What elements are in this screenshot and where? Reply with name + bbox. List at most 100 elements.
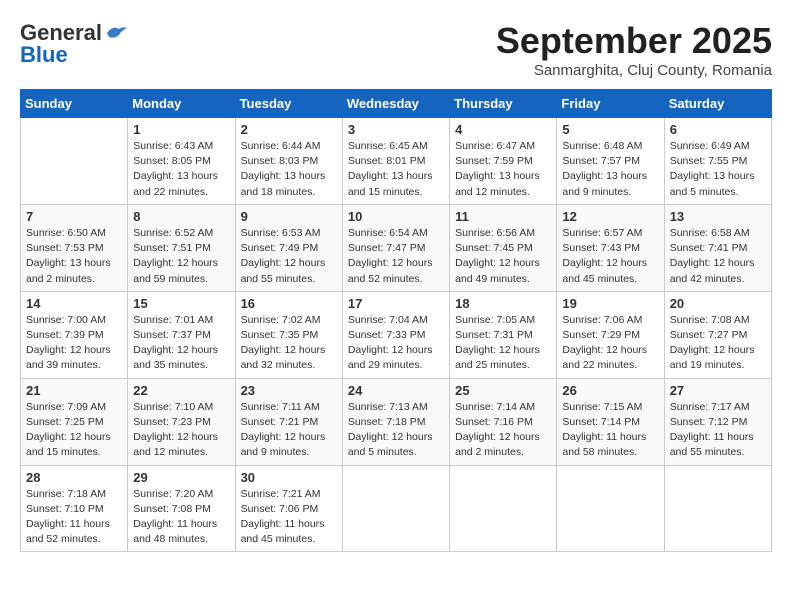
day-number: 27 (670, 383, 766, 398)
day-number: 3 (348, 122, 444, 137)
day-number: 9 (241, 209, 337, 224)
day-info: Sunrise: 6:45 AMSunset: 8:01 PMDaylight:… (348, 139, 444, 200)
day-info: Sunrise: 6:52 AMSunset: 7:51 PMDaylight:… (133, 226, 229, 287)
day-info: Sunrise: 7:09 AMSunset: 7:25 PMDaylight:… (26, 400, 122, 461)
day-info: Sunrise: 6:47 AMSunset: 7:59 PMDaylight:… (455, 139, 551, 200)
day-info: Sunrise: 7:10 AMSunset: 7:23 PMDaylight:… (133, 400, 229, 461)
weekday-header-monday: Monday (128, 90, 235, 118)
day-info: Sunrise: 6:44 AMSunset: 8:03 PMDaylight:… (241, 139, 337, 200)
calendar-week-4: 21 Sunrise: 7:09 AMSunset: 7:25 PMDayligh… (21, 378, 772, 465)
calendar-cell: 28 Sunrise: 7:18 AMSunset: 7:10 PMDayligh… (21, 465, 128, 552)
calendar-cell: 19 Sunrise: 7:06 AMSunset: 7:29 PMDayligh… (557, 291, 664, 378)
calendar-cell: 4 Sunrise: 6:47 AMSunset: 7:59 PMDaylight… (450, 118, 557, 205)
day-info: Sunrise: 6:56 AMSunset: 7:45 PMDaylight:… (455, 226, 551, 287)
day-info: Sunrise: 7:17 AMSunset: 7:12 PMDaylight:… (670, 400, 766, 461)
calendar-cell: 24 Sunrise: 7:13 AMSunset: 7:18 PMDayligh… (342, 378, 449, 465)
day-info: Sunrise: 7:21 AMSunset: 7:06 PMDaylight:… (241, 487, 337, 548)
calendar-cell: 6 Sunrise: 6:49 AMSunset: 7:55 PMDaylight… (664, 118, 771, 205)
calendar-cell: 1 Sunrise: 6:43 AMSunset: 8:05 PMDaylight… (128, 118, 235, 205)
day-info: Sunrise: 6:49 AMSunset: 7:55 PMDaylight:… (670, 139, 766, 200)
day-number: 28 (26, 470, 122, 485)
day-info: Sunrise: 7:05 AMSunset: 7:31 PMDaylight:… (455, 313, 551, 374)
day-number: 8 (133, 209, 229, 224)
day-info: Sunrise: 6:43 AMSunset: 8:05 PMDaylight:… (133, 139, 229, 200)
calendar-cell: 12Sunrise: 6:57 AMSunset: 7:43 PMDayligh… (557, 204, 664, 291)
calendar-cell: 11 Sunrise: 6:56 AMSunset: 7:45 PMDayligh… (450, 204, 557, 291)
weekday-header-saturday: Saturday (664, 90, 771, 118)
day-info: Sunrise: 6:58 AMSunset: 7:41 PMDaylight:… (670, 226, 766, 287)
day-info: Sunrise: 7:04 AMSunset: 7:33 PMDaylight:… (348, 313, 444, 374)
day-number: 29 (133, 470, 229, 485)
day-number: 11 (455, 209, 551, 224)
calendar-cell: 10Sunrise: 6:54 AMSunset: 7:47 PMDayligh… (342, 204, 449, 291)
day-number: 25 (455, 383, 551, 398)
logo-bird-icon (105, 25, 127, 41)
calendar-cell: 14Sunrise: 7:00 AMSunset: 7:39 PMDayligh… (21, 291, 128, 378)
calendar-cell: 23Sunrise: 7:11 AMSunset: 7:21 PMDayligh… (235, 378, 342, 465)
day-number: 2 (241, 122, 337, 137)
calendar-cell: 8 Sunrise: 6:52 AMSunset: 7:51 PMDaylight… (128, 204, 235, 291)
calendar-cell: 9 Sunrise: 6:53 AMSunset: 7:49 PMDaylight… (235, 204, 342, 291)
page-header: General Blue September 2025 Sanmarghita,… (20, 20, 772, 79)
calendar-cell: 30 Sunrise: 7:21 AMSunset: 7:06 PMDayligh… (235, 465, 342, 552)
calendar-cell: 22 Sunrise: 7:10 AMSunset: 7:23 PMDayligh… (128, 378, 235, 465)
day-info: Sunrise: 7:08 AMSunset: 7:27 PMDaylight:… (670, 313, 766, 374)
day-number: 24 (348, 383, 444, 398)
day-info: Sunrise: 6:53 AMSunset: 7:49 PMDaylight:… (241, 226, 337, 287)
calendar-cell (21, 118, 128, 205)
weekday-header-sunday: Sunday (21, 90, 128, 118)
calendar-cell: 7 Sunrise: 6:50 AMSunset: 7:53 PMDaylight… (21, 204, 128, 291)
day-info: Sunrise: 6:57 AMSunset: 7:43 PMDaylight:… (562, 226, 658, 287)
calendar-table: SundayMondayTuesdayWednesdayThursdayFrid… (20, 89, 772, 552)
day-info: Sunrise: 7:18 AMSunset: 7:10 PMDaylight:… (26, 487, 122, 548)
weekday-header-wednesday: Wednesday (342, 90, 449, 118)
logo: General Blue (20, 20, 127, 68)
day-number: 19 (562, 296, 658, 311)
day-number: 4 (455, 122, 551, 137)
day-number: 1 (133, 122, 229, 137)
day-number: 7 (26, 209, 122, 224)
calendar-cell (342, 465, 449, 552)
weekday-header-friday: Friday (557, 90, 664, 118)
day-number: 5 (562, 122, 658, 137)
day-info: Sunrise: 7:13 AMSunset: 7:18 PMDaylight:… (348, 400, 444, 461)
weekday-header-tuesday: Tuesday (235, 90, 342, 118)
day-number: 26 (562, 383, 658, 398)
calendar-cell: 5 Sunrise: 6:48 AMSunset: 7:57 PMDaylight… (557, 118, 664, 205)
month-title: September 2025 (496, 20, 772, 62)
calendar-cell (557, 465, 664, 552)
day-number: 16 (241, 296, 337, 311)
calendar-week-2: 7 Sunrise: 6:50 AMSunset: 7:53 PMDaylight… (21, 204, 772, 291)
day-info: Sunrise: 7:06 AMSunset: 7:29 PMDaylight:… (562, 313, 658, 374)
calendar-cell: 27 Sunrise: 7:17 AMSunset: 7:12 PMDayligh… (664, 378, 771, 465)
calendar-cell: 26Sunrise: 7:15 AMSunset: 7:14 PMDayligh… (557, 378, 664, 465)
calendar-cell: 29Sunrise: 7:20 AMSunset: 7:08 PMDayligh… (128, 465, 235, 552)
day-info: Sunrise: 7:02 AMSunset: 7:35 PMDaylight:… (241, 313, 337, 374)
calendar-week-3: 14Sunrise: 7:00 AMSunset: 7:39 PMDayligh… (21, 291, 772, 378)
calendar-cell: 15Sunrise: 7:01 AMSunset: 7:37 PMDayligh… (128, 291, 235, 378)
day-number: 30 (241, 470, 337, 485)
day-info: Sunrise: 7:14 AMSunset: 7:16 PMDaylight:… (455, 400, 551, 461)
day-number: 6 (670, 122, 766, 137)
calendar-cell: 16 Sunrise: 7:02 AMSunset: 7:35 PMDayligh… (235, 291, 342, 378)
day-info: Sunrise: 6:50 AMSunset: 7:53 PMDaylight:… (26, 226, 122, 287)
calendar-cell: 21 Sunrise: 7:09 AMSunset: 7:25 PMDayligh… (21, 378, 128, 465)
day-number: 21 (26, 383, 122, 398)
day-number: 10 (348, 209, 444, 224)
calendar-week-5: 28 Sunrise: 7:18 AMSunset: 7:10 PMDayligh… (21, 465, 772, 552)
calendar-cell: 18 Sunrise: 7:05 AMSunset: 7:31 PMDayligh… (450, 291, 557, 378)
location-subtitle: Sanmarghita, Cluj County, Romania (496, 62, 772, 79)
calendar-cell (664, 465, 771, 552)
title-block: September 2025 Sanmarghita, Cluj County,… (496, 20, 772, 79)
weekday-header-thursday: Thursday (450, 90, 557, 118)
day-number: 13 (670, 209, 766, 224)
calendar-cell: 20Sunrise: 7:08 AMSunset: 7:27 PMDayligh… (664, 291, 771, 378)
logo-blue-text: Blue (20, 42, 68, 68)
day-info: Sunrise: 6:48 AMSunset: 7:57 PMDaylight:… (562, 139, 658, 200)
calendar-week-1: 1 Sunrise: 6:43 AMSunset: 8:05 PMDaylight… (21, 118, 772, 205)
day-number: 18 (455, 296, 551, 311)
day-info: Sunrise: 7:11 AMSunset: 7:21 PMDaylight:… (241, 400, 337, 461)
day-info: Sunrise: 7:00 AMSunset: 7:39 PMDaylight:… (26, 313, 122, 374)
day-number: 22 (133, 383, 229, 398)
calendar-cell (450, 465, 557, 552)
